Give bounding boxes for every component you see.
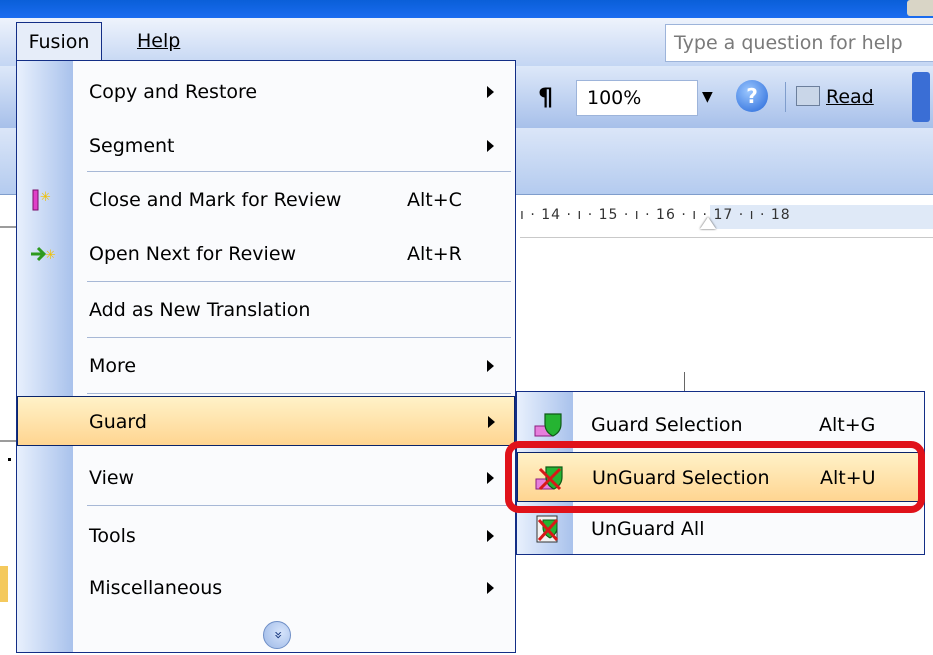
menu-separator (87, 171, 511, 172)
document-margin-line (0, 440, 16, 442)
svg-text:✳: ✳ (40, 190, 51, 205)
menu-item-shortcut: Alt+C (407, 189, 462, 211)
zoom-input[interactable]: 100% (576, 80, 698, 116)
menu-separator (87, 337, 511, 338)
submenu-item-shortcut: Alt+G (819, 414, 876, 436)
menu-bar: Fusion Help Type a question for help (0, 18, 933, 66)
document-highlight-fragment (0, 566, 8, 602)
read-button[interactable]: Read (826, 78, 874, 116)
menu-help-label: Help (137, 30, 181, 52)
indent-marker-icon[interactable] (700, 217, 716, 229)
submenu-item-label: UnGuard All (591, 518, 705, 540)
submenu-arrow-icon (487, 360, 494, 372)
read-label: Read (826, 86, 874, 108)
submenu-arrow-icon (487, 472, 494, 484)
unguard-all-icon (533, 514, 567, 544)
menu-item-label: Copy and Restore (89, 81, 258, 103)
menu-item-tools[interactable]: Tools (17, 511, 515, 561)
menu-item-segment[interactable]: Segment (17, 121, 515, 171)
document-margin-line (0, 226, 16, 228)
menu-fusion-label: Fusion (28, 31, 90, 53)
menu-item-view[interactable]: View (17, 453, 515, 503)
horizontal-ruler[interactable]: ı · 14 · ı · 15 · ı · 16 · ı · 17 · ı · … (520, 195, 933, 238)
submenu-arrow-icon (488, 416, 495, 428)
submenu-item-shortcut: Alt+U (820, 467, 876, 489)
toolbar-separator (785, 82, 786, 112)
document-dot (8, 458, 11, 461)
menu-item-label: Guard (89, 411, 147, 433)
menu-item-close-and-mark-for-review[interactable]: ✳ Close and Mark for Review Alt+C (17, 175, 515, 225)
menu-item-label: Miscellaneous (89, 577, 223, 599)
menu-item-label: View (89, 467, 135, 489)
submenu-item-guard-selection[interactable]: Guard Selection Alt+G (517, 400, 924, 450)
submenu-arrow-icon (487, 140, 494, 152)
menu-item-miscellaneous[interactable]: Miscellaneous (17, 563, 515, 613)
submenu-arrow-icon (487, 86, 494, 98)
submenu-item-unguard-selection[interactable]: UnGuard Selection Alt+U (517, 452, 924, 502)
menu-item-copy-and-restore[interactable]: Copy and Restore (17, 67, 515, 117)
svg-text:✳: ✳ (45, 248, 56, 263)
menu-item-guard[interactable]: Guard (17, 396, 515, 446)
menu-item-more[interactable]: More (17, 341, 515, 391)
submenu-item-label: UnGuard Selection (592, 467, 770, 489)
menu-item-label: Segment (89, 135, 175, 157)
submenu-arrow-icon (487, 530, 494, 542)
submenu-arrow-icon (487, 582, 494, 594)
title-bar (0, 0, 933, 18)
help-icon[interactable]: ? (736, 80, 768, 112)
submenu-item-label: Guard Selection (591, 414, 743, 436)
book-icon (796, 86, 820, 106)
menu-separator (87, 393, 511, 394)
menu-item-label: Tools (89, 525, 136, 547)
close-mark-review-icon: ✳ (29, 187, 55, 213)
submenu-item-unguard-all[interactable]: UnGuard All (517, 504, 924, 554)
fusion-menu: Copy and Restore Segment ✳ Close and Mar… (16, 60, 516, 653)
toolbar-options-icon[interactable] (912, 72, 930, 122)
window-corner (907, 0, 933, 16)
zoom-dropdown-icon[interactable]: ▼ (702, 78, 722, 116)
menu-item-open-next-for-review[interactable]: ✳ Open Next for Review Alt+R (17, 229, 515, 279)
menu-separator (87, 505, 511, 506)
menu-item-label: Open Next for Review (89, 243, 297, 265)
menu-item-label: Add as New Translation (89, 299, 311, 321)
open-next-review-icon: ✳ (29, 241, 56, 267)
menu-item-add-as-new-translation[interactable]: Add as New Translation (17, 285, 515, 335)
show-formatting-button[interactable]: ¶ (538, 78, 553, 116)
menu-item-label: Close and Mark for Review (89, 189, 342, 211)
menu-help[interactable]: Help (127, 22, 190, 60)
guard-selection-icon (533, 410, 567, 440)
guard-submenu: Guard Selection Alt+G UnGuard Selection … (516, 391, 925, 555)
menu-item-label: More (89, 355, 137, 377)
menu-separator (87, 281, 511, 282)
expand-menu-chevron-icon[interactable]: » (263, 621, 291, 649)
menu-fusion[interactable]: Fusion (16, 22, 102, 61)
ruler-ticks: ı · 14 · ı · 15 · ı · 16 · ı · 17 · ı · … (520, 207, 791, 223)
menu-item-shortcut: Alt+R (407, 243, 462, 265)
unguard-selection-icon (534, 463, 568, 493)
ask-question-box[interactable]: Type a question for help (665, 24, 933, 62)
